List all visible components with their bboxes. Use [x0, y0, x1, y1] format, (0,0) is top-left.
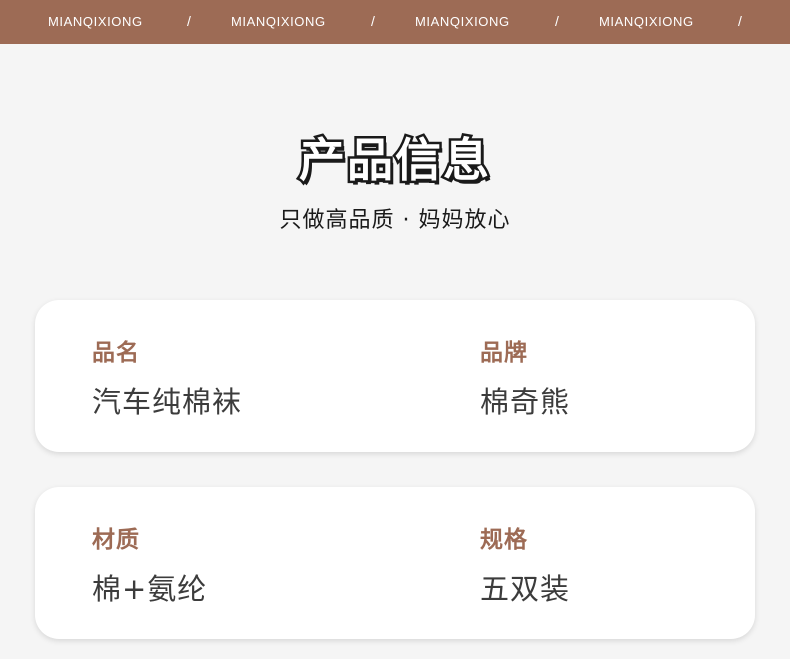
field-label: 品名 — [92, 340, 140, 366]
field-spec: 规格 五双装 — [480, 525, 570, 607]
product-info-page: MIANQIXIONG / MIANQIXIONG / MIANQIXIONG … — [0, 0, 790, 659]
brand-text: MIANQIXIONG — [599, 14, 694, 29]
separator: / — [555, 13, 559, 29]
brand-banner: MIANQIXIONG / MIANQIXIONG / MIANQIXIONG … — [0, 0, 790, 44]
field-label: 品牌 — [480, 340, 528, 366]
separator: / — [738, 13, 742, 29]
info-card: 品名 汽车纯棉袜 品牌 棉奇熊 — [35, 300, 755, 452]
field-value: 五双装 — [480, 572, 571, 606]
section-title: 产品信息 — [297, 131, 492, 190]
info-card: 材质 棉+氨纶 规格 五双装 — [35, 487, 755, 639]
field-product-name: 品名 汽车纯棉袜 — [92, 338, 242, 420]
field-value: 汽车纯棉袜 — [92, 385, 243, 419]
field-material: 材质 棉+氨纶 — [92, 525, 207, 607]
field-label: 规格 — [480, 527, 528, 553]
brand-text: MIANQIXIONG — [415, 14, 510, 29]
separator: / — [371, 13, 375, 29]
field-label: 材质 — [92, 527, 140, 553]
field-value: 棉奇熊 — [480, 385, 571, 419]
field-brand: 品牌 棉奇熊 — [480, 338, 570, 420]
section-subtitle: 只做高品质 · 妈妈放心 — [279, 208, 511, 233]
separator: / — [187, 13, 191, 29]
field-value: 棉+氨纶 — [92, 572, 208, 606]
brand-text: MIANQIXIONG — [231, 14, 326, 29]
brand-text: MIANQIXIONG — [48, 14, 143, 29]
